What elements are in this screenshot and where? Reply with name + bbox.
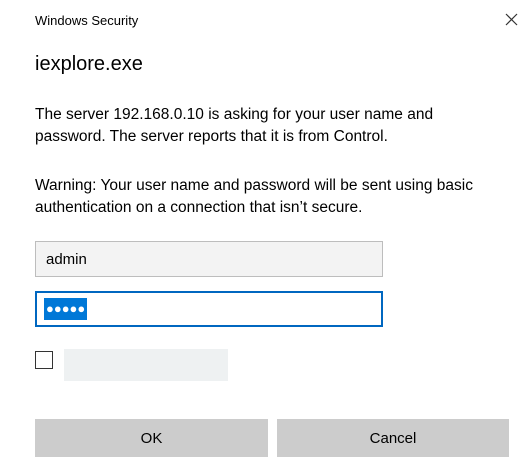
password-input[interactable]: ●●●●● (35, 291, 383, 327)
remember-credentials-label (64, 349, 228, 381)
warning-message: Warning: Your user name and password wil… (35, 177, 473, 216)
ok-button[interactable]: OK (35, 419, 268, 457)
credentials-dialog: Windows Security iexplore.exe The server… (0, 0, 527, 475)
server-message: The server 192.168.0.10 is asking for yo… (35, 106, 434, 145)
close-icon (505, 13, 518, 26)
close-button[interactable] (498, 6, 524, 32)
remember-credentials-checkbox[interactable] (35, 351, 53, 369)
window-title: Windows Security (35, 13, 139, 28)
password-mask: ●●●●● (44, 298, 88, 320)
cancel-button[interactable]: Cancel (277, 419, 509, 457)
app-name: iexplore.exe (35, 53, 143, 75)
username-input[interactable] (35, 241, 383, 277)
